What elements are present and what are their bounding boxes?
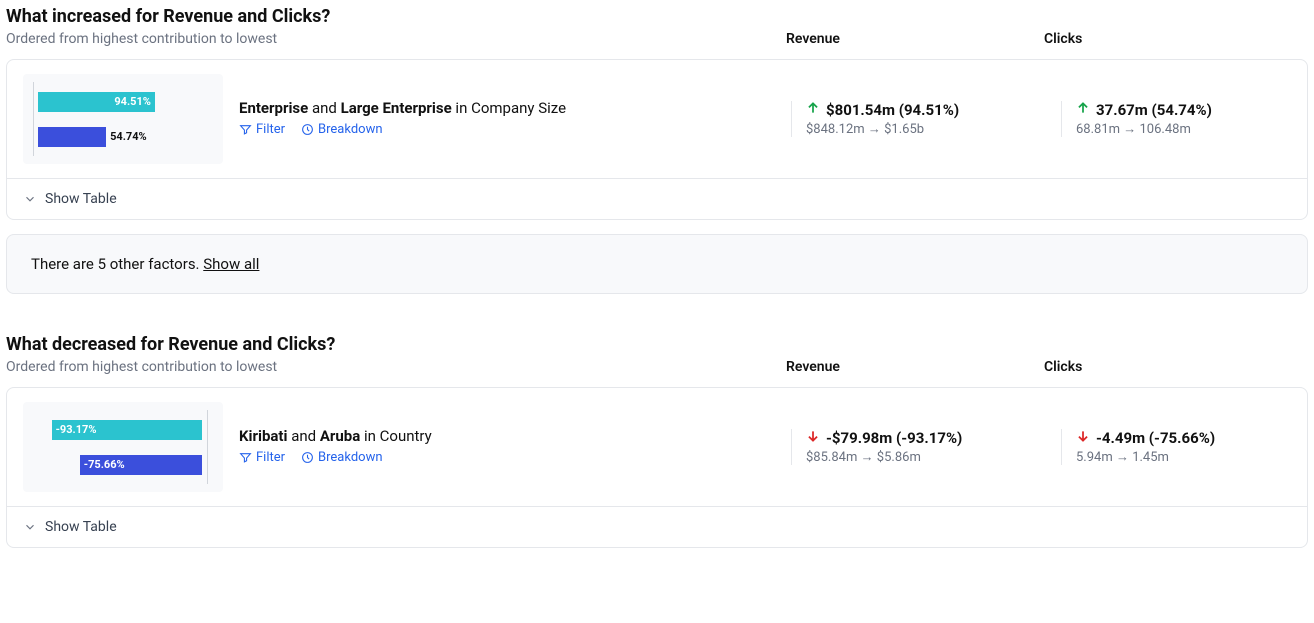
metric-revenue-value: -$79.98m (-93.17%) <box>806 429 1049 447</box>
mini-bar-chart: -93.17% -75.66% <box>23 402 223 492</box>
show-all-link[interactable]: Show all <box>203 255 259 273</box>
factor-description: Kiribati and Aruba in Country Filter Bre… <box>235 427 779 468</box>
section-subtitle: Ordered from highest contribution to low… <box>6 31 786 47</box>
arrow-down-icon <box>806 429 820 447</box>
column-header-clicks: Clicks <box>1044 31 1308 47</box>
metric-clicks-text: 37.67m (54.74%) <box>1096 101 1212 119</box>
bar-revenue-label: -93.17% <box>52 419 202 441</box>
factor-links: Filter Breakdown <box>239 449 779 468</box>
breakdown-link[interactable]: Breakdown <box>301 122 383 137</box>
metric-clicks-value: -4.49m (-75.66%) <box>1076 429 1291 447</box>
filter-icon <box>239 123 252 136</box>
metric-clicks-sub: 5.94m → 1.45m <box>1076 449 1291 465</box>
banner-text: There are 5 other factors. <box>31 255 203 273</box>
section-titles: What decreased for Revenue and Clicks? O… <box>6 334 786 375</box>
chevron-down-icon <box>23 192 37 206</box>
arrow-down-icon <box>1076 429 1090 447</box>
chevron-down-icon <box>23 520 37 534</box>
filter-link-label: Filter <box>256 122 285 137</box>
metric-revenue-sub: $848.12m → $1.65b <box>806 121 1049 137</box>
bar-clicks <box>38 127 106 147</box>
breakdown-link-label: Breakdown <box>318 450 383 465</box>
section-title: What increased for Revenue and Clicks? <box>6 6 786 27</box>
factor-card: 94.51% 54.74% Enterprise and Large Enter… <box>6 59 1308 220</box>
factor-description-text: Kiribati and Aruba in Country <box>239 427 779 445</box>
section-increased: What increased for Revenue and Clicks? O… <box>6 6 1308 294</box>
column-header-revenue: Revenue <box>786 359 1044 375</box>
breakdown-link[interactable]: Breakdown <box>301 450 383 465</box>
other-factors-banner: There are 5 other factors. Show all <box>6 234 1308 294</box>
metric-clicks: -4.49m (-75.66%) 5.94m → 1.45m <box>1061 429 1291 465</box>
metric-revenue-text: -$79.98m (-93.17%) <box>826 429 962 447</box>
bar-row-revenue: 94.51% <box>29 91 217 113</box>
column-header-revenue: Revenue <box>786 31 1044 47</box>
section-head: What increased for Revenue and Clicks? O… <box>6 6 1308 47</box>
breakdown-icon <box>301 451 314 464</box>
column-headers: Revenue Clicks <box>786 31 1308 47</box>
metric-revenue: -$79.98m (-93.17%) $85.84m → $5.86m <box>791 429 1049 465</box>
show-table-button[interactable]: Show Table <box>7 506 1307 547</box>
metric-revenue-value: $801.54m (94.51%) <box>806 101 1049 119</box>
arrow-up-icon <box>806 101 820 119</box>
bar-row-clicks: 54.74% <box>29 126 217 148</box>
filter-link[interactable]: Filter <box>239 122 285 137</box>
metric-revenue-sub: $85.84m → $5.86m <box>806 449 1049 465</box>
metric-clicks-value: 37.67m (54.74%) <box>1076 101 1291 119</box>
factor-links: Filter Breakdown <box>239 121 779 140</box>
section-decreased: What decreased for Revenue and Clicks? O… <box>6 334 1308 548</box>
section-titles: What increased for Revenue and Clicks? O… <box>6 6 786 47</box>
filter-icon <box>239 451 252 464</box>
breakdown-link-label: Breakdown <box>318 122 383 137</box>
bar-clicks-label: -75.66% <box>80 454 202 476</box>
bar-row-clicks: -75.66% <box>29 454 217 476</box>
column-header-clicks: Clicks <box>1044 359 1308 375</box>
mini-bar-chart: 94.51% 54.74% <box>23 74 223 164</box>
factor-row: -93.17% -75.66% Kiribati and Aruba in Co… <box>7 388 1307 506</box>
arrow-up-icon <box>1076 101 1090 119</box>
metric-clicks-sub: 68.81m → 106.48m <box>1076 121 1291 137</box>
bar-clicks-label: 54.74% <box>110 126 147 148</box>
show-table-button[interactable]: Show Table <box>7 178 1307 219</box>
section-title: What decreased for Revenue and Clicks? <box>6 334 786 355</box>
factor-description-text: Enterprise and Large Enterprise in Compa… <box>239 99 779 117</box>
column-headers: Revenue Clicks <box>786 359 1308 375</box>
metric-revenue-text: $801.54m (94.51%) <box>826 101 959 119</box>
factor-row: 94.51% 54.74% Enterprise and Large Enter… <box>7 60 1307 178</box>
factor-card: -93.17% -75.66% Kiribati and Aruba in Co… <box>6 387 1308 548</box>
breakdown-icon <box>301 123 314 136</box>
filter-link-label: Filter <box>256 450 285 465</box>
bar-row-revenue: -93.17% <box>29 419 217 441</box>
show-table-label: Show Table <box>45 191 117 207</box>
show-table-label: Show Table <box>45 519 117 535</box>
metric-clicks-text: -4.49m (-75.66%) <box>1096 429 1215 447</box>
filter-link[interactable]: Filter <box>239 450 285 465</box>
metric-clicks: 37.67m (54.74%) 68.81m → 106.48m <box>1061 101 1291 137</box>
metric-revenue: $801.54m (94.51%) $848.12m → $1.65b <box>791 101 1049 137</box>
section-subtitle: Ordered from highest contribution to low… <box>6 359 786 375</box>
factor-description: Enterprise and Large Enterprise in Compa… <box>235 99 779 140</box>
section-head: What decreased for Revenue and Clicks? O… <box>6 334 1308 375</box>
bar-revenue-label: 94.51% <box>38 91 155 113</box>
